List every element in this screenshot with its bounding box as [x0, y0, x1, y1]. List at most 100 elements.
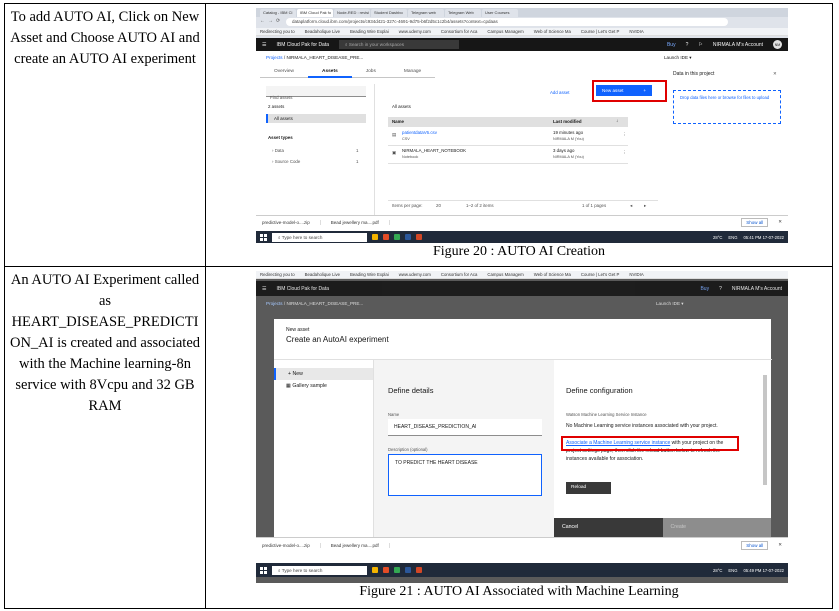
buy-link[interactable]: Buy — [667, 42, 676, 48]
browser-tab[interactable]: User Courses — [482, 9, 518, 17]
browser-tab[interactable]: Telegram web — [408, 9, 444, 17]
bookmark[interactable]: Campus Managem — [487, 272, 523, 277]
bookmark[interactable]: www.udemy.com — [399, 272, 431, 277]
reload-button[interactable]: Reload — [566, 482, 611, 494]
notification-icon[interactable]: ⚐ — [698, 42, 702, 48]
windows-start-icon[interactable] — [260, 566, 267, 574]
bookmark[interactable]: Beading Wire Explai — [350, 29, 389, 34]
browser-tab[interactable]: Catalog - IBM Cl — [260, 9, 296, 17]
file-explorer-icon[interactable] — [372, 567, 378, 573]
hamburger-icon[interactable]: ☰ — [262, 42, 266, 48]
nav-gallery-sample[interactable]: ▦ Gallery sample — [274, 380, 373, 392]
show-all-button[interactable]: Show all — [741, 217, 769, 227]
tab-assets[interactable]: Assets — [308, 67, 352, 78]
bookmark[interactable]: Redirecting you to — [260, 272, 295, 277]
bookmark[interactable]: Campus Managem — [487, 29, 523, 34]
help-icon[interactable]: ? — [686, 42, 689, 48]
breadcrumb-projects[interactable]: Projects — [266, 301, 283, 306]
breadcrumb-projects[interactable]: Projects — [266, 55, 283, 60]
download-item[interactable]: Bead jewellery ma....pdf — [331, 219, 390, 225]
app-icon[interactable] — [383, 234, 389, 240]
bookmark[interactable]: Beadaholique Live — [305, 272, 340, 277]
pdf-icon[interactable] — [416, 234, 422, 240]
weather[interactable]: 28°C — [713, 235, 722, 240]
asset-name[interactable]: NIRMALA_HEART_NOTEBOOK — [402, 148, 466, 153]
app-name[interactable]: IBM Cloud Pak for Data — [276, 42, 329, 48]
overflow-menu-icon[interactable]: ⋮ — [622, 150, 626, 156]
hamburger-icon[interactable]: ☰ — [262, 286, 266, 292]
bookmark[interactable]: Web of Science Ma — [534, 272, 571, 277]
add-asset-link[interactable]: Add asset — [550, 90, 570, 95]
word-icon[interactable] — [405, 567, 411, 573]
avatar[interactable]: NM — [773, 40, 782, 49]
nav-new[interactable]: + New — [274, 368, 373, 380]
account-name[interactable]: NIRMALA M's Account — [732, 286, 782, 292]
language[interactable]: ENG — [728, 568, 737, 573]
drop-zone[interactable]: Drop data files here or browse for files… — [673, 90, 781, 124]
browser-tab[interactable]: Telegram Web — [445, 9, 481, 17]
close-icon[interactable]: ✕ — [778, 219, 782, 225]
prev-page-icon[interactable]: ◂ — [630, 203, 632, 209]
asset-type-data[interactable]: › Data — [272, 148, 284, 153]
download-item[interactable]: predictive-model-o....zip — [262, 219, 321, 225]
bookmark[interactable]: www.udemy.com — [399, 29, 431, 34]
bookmark[interactable]: Beading Wire Explai — [350, 272, 389, 277]
download-item[interactable]: Bead jewellery ma....pdf — [331, 542, 390, 548]
weather[interactable]: 28°C — [713, 568, 722, 573]
bookmark[interactable]: Web of Science Ma — [534, 29, 571, 34]
bookmark[interactable]: Beadaholique Live — [305, 29, 340, 34]
bookmark[interactable]: Course | Let's Get P — [581, 29, 619, 34]
bookmark[interactable]: Consortium for Aca — [441, 272, 478, 277]
launch-ide-button[interactable]: Launch IDE ▾ — [664, 55, 692, 61]
chrome-icon[interactable] — [394, 567, 400, 573]
tab-overview[interactable]: Overview — [260, 67, 308, 78]
sort-arrow-icon[interactable]: ↓ — [616, 118, 618, 123]
help-icon[interactable]: ? — [719, 286, 722, 292]
pdf-icon[interactable] — [416, 567, 422, 573]
table-row[interactable]: ▤ patientdataV6.csv CSV 19 minutes ago N… — [388, 130, 628, 146]
browser-tab[interactable]: Node-RED : revisi — [334, 9, 370, 17]
nav-arrows-icon[interactable]: ←→⟳ — [260, 18, 283, 24]
close-icon[interactable]: ✕ — [778, 542, 782, 548]
tab-jobs[interactable]: Jobs — [351, 67, 390, 78]
account-name[interactable]: NIRMALA M's Account — [713, 42, 763, 48]
name-input[interactable]: HEART_DISEASE_PREDICTION_AI — [388, 419, 542, 436]
modal-scrollbar[interactable] — [763, 375, 767, 485]
browser-tab-active[interactable]: IBM Cloud Pak fo — [297, 9, 333, 17]
show-all-button[interactable]: Show all — [741, 540, 769, 550]
launch-ide-button[interactable]: Launch IDE ▾ — [656, 301, 684, 307]
word-icon[interactable] — [405, 234, 411, 240]
download-item[interactable]: predictive-model-o....zip — [262, 542, 321, 548]
close-panel-icon[interactable]: ✕ — [773, 71, 777, 77]
next-page-icon[interactable]: ▸ — [644, 203, 646, 209]
bookmark[interactable]: Consortium for Aca — [441, 29, 478, 34]
workspace-search[interactable]: ⌕ Search in your workspaces — [339, 40, 460, 49]
browser-tab[interactable]: Student Dashbo — [371, 9, 407, 17]
asset-name[interactable]: patientdataV6.csv — [402, 130, 437, 135]
asset-type-source-code[interactable]: › Source Code — [272, 159, 300, 164]
description-textarea[interactable]: TO PREDICT THE HEART DISEASE — [388, 454, 542, 496]
app-name[interactable]: IBM Cloud Pak for Data — [276, 286, 329, 292]
col-modified[interactable]: Last modified — [553, 119, 582, 124]
windows-start-icon[interactable] — [260, 233, 267, 241]
clock[interactable]: 05:41 PM 17-07-2022 — [743, 235, 784, 240]
table-row[interactable]: ▣ NIRMALA_HEART_NOTEBOOK Notebook 3 days… — [388, 148, 628, 164]
taskbar-search[interactable]: ⌕ Type here to search — [272, 232, 367, 242]
file-explorer-icon[interactable] — [372, 234, 378, 240]
sidebar-all-assets[interactable]: All assets — [266, 114, 366, 123]
overflow-menu-icon[interactable]: ⋮ — [622, 132, 626, 138]
taskbar-search[interactable]: ⌕ Type here to search — [272, 565, 367, 575]
address-bar[interactable]: dataplatform.cloud.ibm.com/projects/c934… — [286, 18, 728, 26]
bookmark[interactable]: Redirecting you to — [260, 29, 295, 34]
items-per-page-select[interactable]: 20 — [436, 203, 441, 208]
bookmark[interactable]: NVIDIA — [629, 29, 643, 34]
bookmark[interactable]: Course | Let's Get P — [581, 272, 619, 277]
col-name[interactable]: Name — [392, 119, 404, 124]
bookmark[interactable]: NVIDIA — [629, 272, 643, 277]
clock[interactable]: 05:49 PM 17-07-2022 — [743, 568, 784, 573]
find-assets-input[interactable]: Find assets — [266, 86, 366, 100]
chrome-icon[interactable] — [394, 234, 400, 240]
language[interactable]: ENG — [728, 235, 737, 240]
tab-manage[interactable]: Manage — [389, 67, 436, 78]
app-icon[interactable] — [383, 567, 389, 573]
